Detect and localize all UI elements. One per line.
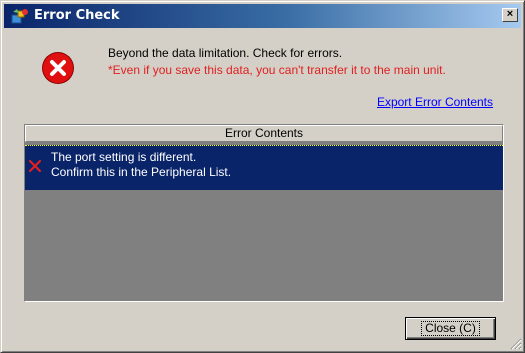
window-close-button[interactable]: × xyxy=(502,8,518,22)
error-icon xyxy=(41,51,75,85)
export-error-contents-link[interactable]: Export Error Contents xyxy=(377,94,493,110)
app-icon xyxy=(11,8,29,24)
error-message: Beyond the data limitation. Check for er… xyxy=(108,46,343,60)
title-bar[interactable]: Error Check × xyxy=(4,4,521,28)
window-title: Error Check xyxy=(34,8,120,23)
error-item-detail: Confirm this in the Peripheral List. xyxy=(51,165,232,179)
list-item[interactable]: The port setting is different. Confirm t… xyxy=(25,145,503,190)
column-header-error-contents[interactable]: Error Contents xyxy=(25,125,503,142)
transfer-warning: *Even if you save this data, you can't t… xyxy=(108,63,446,77)
error-check-dialog: Error Check × Beyond the data limitation… xyxy=(0,0,525,353)
red-x-icon xyxy=(28,159,42,173)
resize-grip-icon[interactable] xyxy=(510,338,522,350)
error-item-text: The port setting is different. xyxy=(51,150,197,164)
close-button[interactable]: Close (C) xyxy=(405,317,496,340)
close-button-label: Close (C) xyxy=(421,321,480,336)
error-contents-list[interactable]: Error Contents The port setting is diffe… xyxy=(24,124,504,302)
